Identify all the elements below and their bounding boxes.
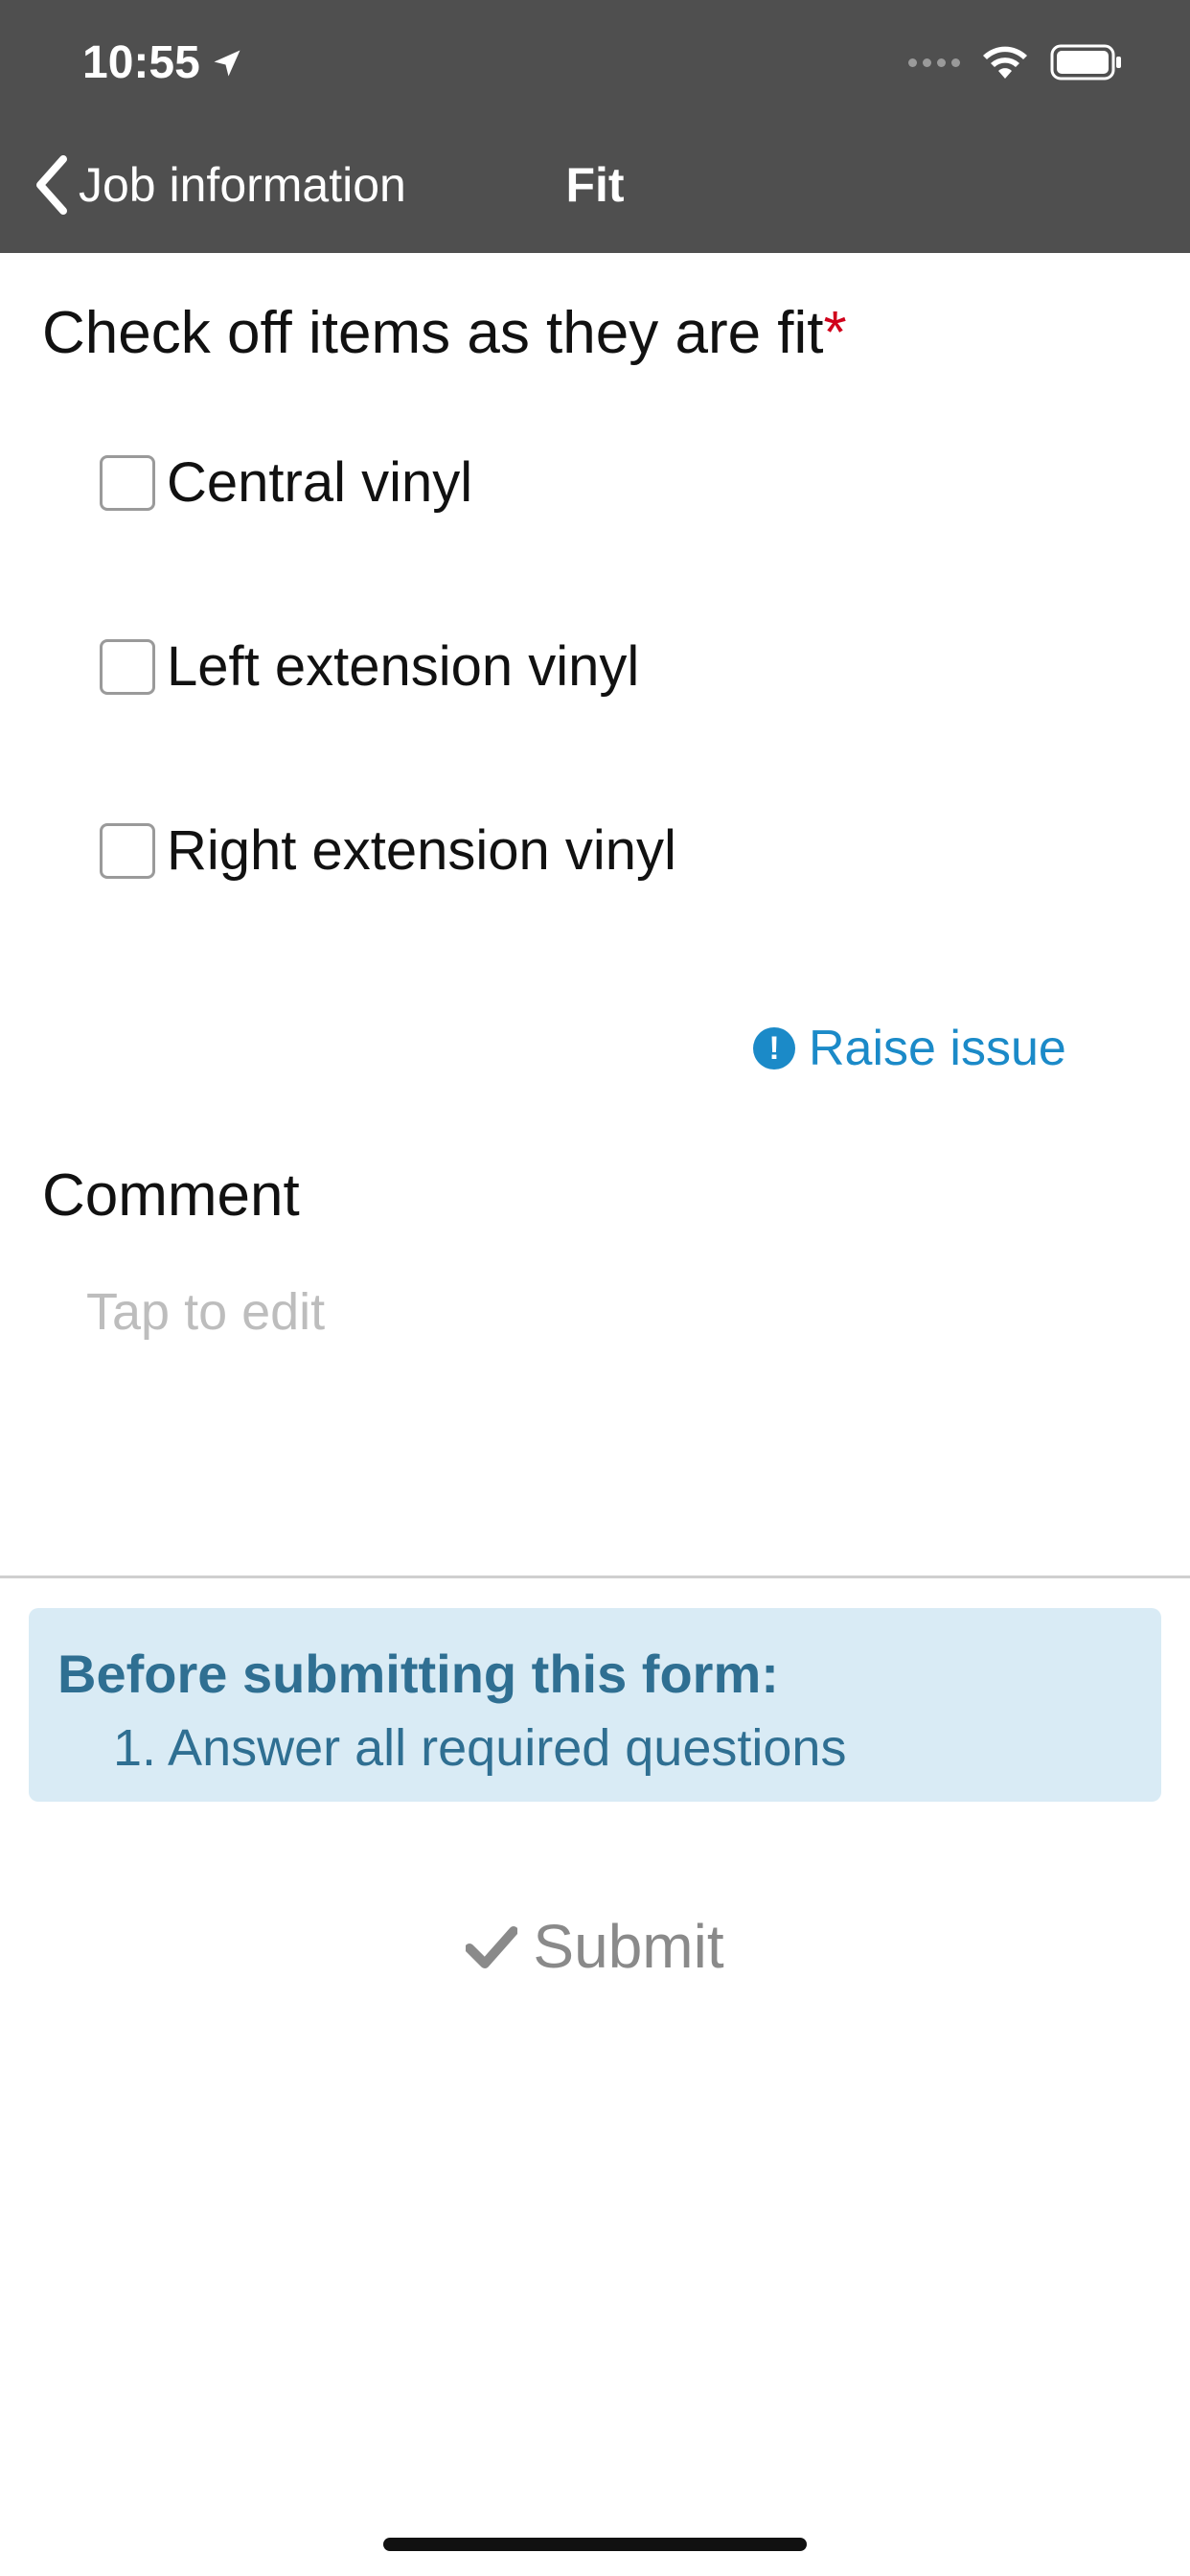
question-title: Check off items as they are fit* bbox=[42, 299, 847, 367]
submission-notice: Before submitting this form: 1. Answer a… bbox=[29, 1608, 1161, 1802]
page-title: Fit bbox=[565, 158, 625, 212]
checklist-item-right-extension-vinyl[interactable]: Right extension vinyl bbox=[100, 818, 676, 883]
top-bar: 10:55 Job information Fit bbox=[0, 0, 1190, 253]
status-time-text: 10:55 bbox=[82, 37, 200, 88]
notice-item: 1. Answer all required questions bbox=[113, 1719, 847, 1777]
checkbox[interactable] bbox=[100, 454, 155, 511]
exclamation-circle-icon: ! bbox=[753, 1027, 795, 1070]
raise-issue-label: Raise issue bbox=[809, 1021, 1066, 1076]
checklist-item-label: Left extension vinyl bbox=[167, 635, 640, 698]
status-time: 10:55 bbox=[82, 36, 244, 89]
checklist-item-label: Right extension vinyl bbox=[167, 819, 676, 882]
checkbox[interactable] bbox=[100, 638, 155, 695]
submit-label: Submit bbox=[533, 1912, 724, 1981]
comment-label: Comment bbox=[42, 1162, 300, 1229]
checklist-item-left-extension-vinyl[interactable]: Left extension vinyl bbox=[100, 634, 639, 699]
raise-issue-button[interactable]: ! Raise issue bbox=[753, 1020, 1066, 1077]
checklist-item-central-vinyl[interactable]: Central vinyl bbox=[100, 450, 472, 515]
wifi-icon bbox=[983, 46, 1027, 79]
checkbox[interactable] bbox=[100, 822, 155, 879]
status-icons bbox=[908, 44, 1123, 80]
notice-title: Before submitting this form: bbox=[57, 1644, 779, 1704]
comment-input[interactable]: Tap to edit bbox=[86, 1282, 325, 1342]
checkmark-icon bbox=[466, 1926, 518, 1968]
question-text: Check off items as they are fit bbox=[42, 300, 824, 366]
home-indicator[interactable] bbox=[383, 2538, 807, 2551]
location-arrow-icon bbox=[214, 50, 240, 76]
submit-button[interactable]: Submit bbox=[0, 1911, 1190, 1982]
required-marker: * bbox=[823, 300, 847, 366]
checklist-item-label: Central vinyl bbox=[167, 451, 473, 514]
cellular-signal-icon bbox=[908, 58, 960, 67]
divider bbox=[0, 1576, 1190, 1578]
battery-icon bbox=[1050, 44, 1121, 80]
